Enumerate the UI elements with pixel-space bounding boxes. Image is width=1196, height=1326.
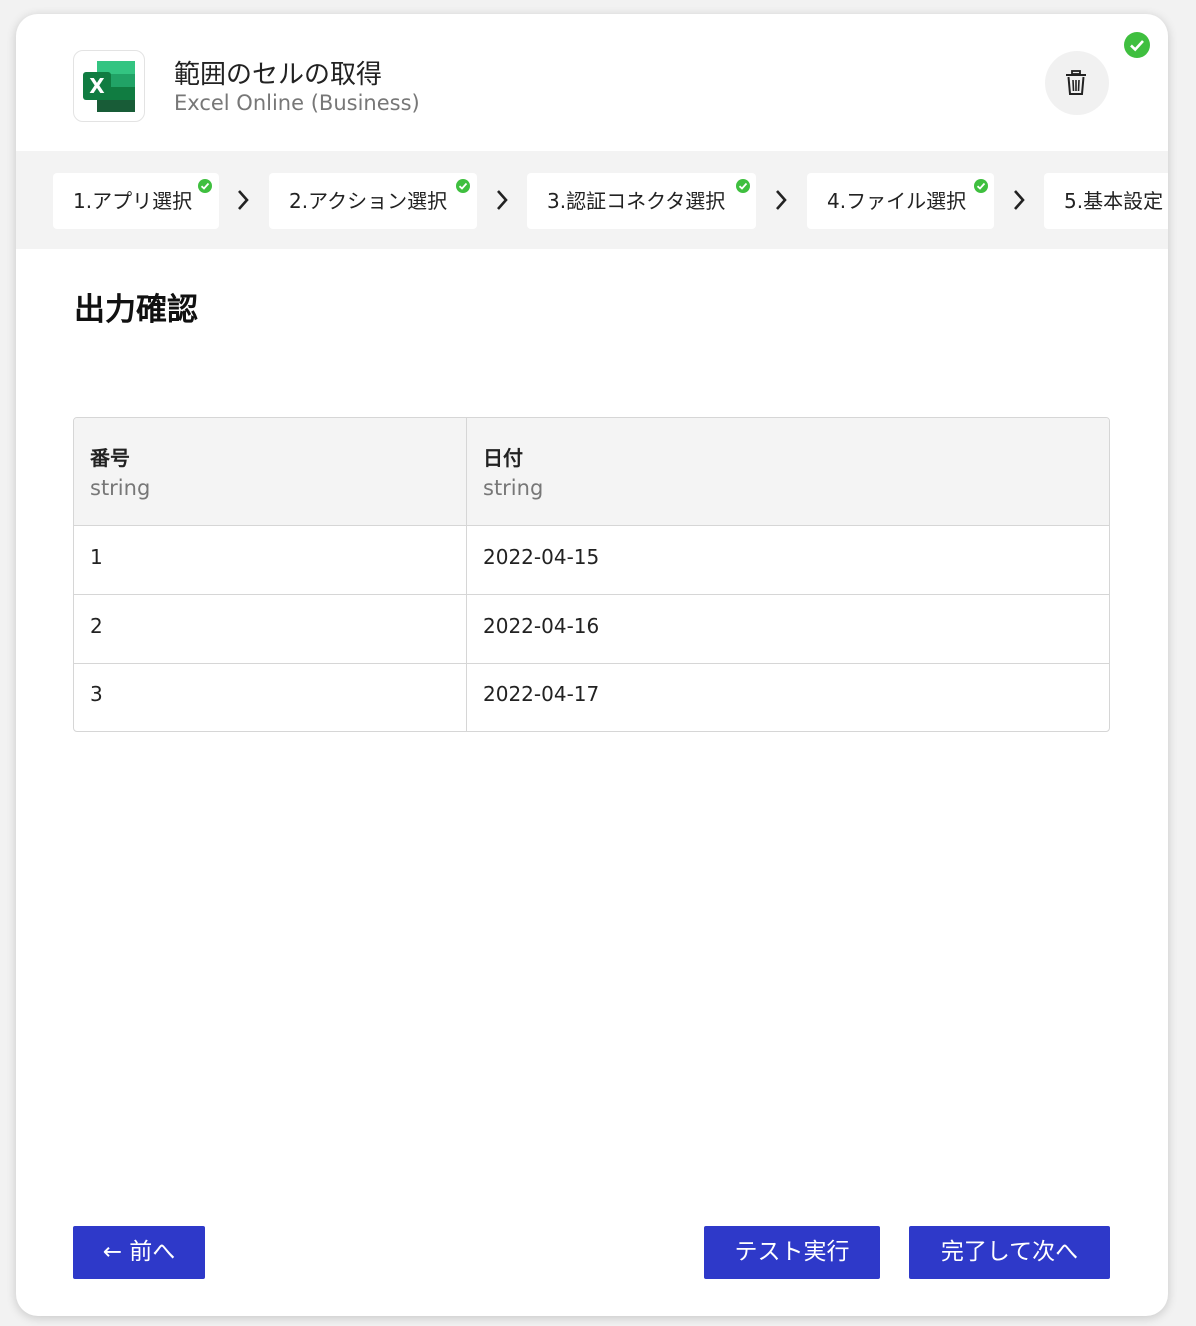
step-complete-icon: [974, 179, 988, 193]
chevron-right-icon: [497, 190, 508, 210]
step-basic-settings[interactable]: 5.基本設定: [1044, 173, 1168, 229]
step-card: X 範囲のセルの取得 Excel Online (Business) 1.アプリ…: [16, 14, 1168, 1316]
table-cell: 2022-04-17: [483, 682, 600, 706]
check-circle-icon: [1124, 32, 1150, 58]
step-app-select[interactable]: 1.アプリ選択: [53, 173, 219, 229]
step-label: 3.認証コネクタ選択: [547, 189, 726, 213]
output-table: 番号 string 日付 string 1 2022-04-15 2 2022-…: [73, 417, 1110, 732]
step-file-select[interactable]: 4.ファイル選択: [807, 173, 994, 229]
delete-button[interactable]: [1045, 51, 1109, 115]
table-row: 3 2022-04-17: [74, 663, 1109, 731]
test-run-button[interactable]: テスト実行: [704, 1226, 880, 1279]
section-title: 出力確認: [74, 292, 198, 328]
table-row: 2 2022-04-16: [74, 595, 1109, 664]
step-complete-icon: [736, 179, 750, 193]
table-cell: 2022-04-16: [483, 614, 600, 638]
step-navigation: 1.アプリ選択 2.アクション選択 3.認証コネクタ選択 4.ファイル選択 5.…: [16, 151, 1168, 249]
column-header-name: 日付: [483, 446, 523, 470]
chevron-right-icon: [238, 190, 249, 210]
table-cell: 2022-04-15: [483, 545, 600, 569]
column-header-type: string: [90, 476, 151, 500]
table-cell: 3: [90, 682, 103, 706]
step-complete-icon: [456, 179, 470, 193]
step-label: 2.アクション選択: [289, 189, 448, 213]
app-name: Excel Online (Business): [174, 91, 420, 115]
step-label: 4.ファイル選択: [827, 189, 967, 213]
table-header: 番号 string 日付 string: [74, 418, 1109, 526]
prev-button[interactable]: ← 前へ: [73, 1226, 205, 1279]
table-cell: 2: [90, 614, 103, 638]
step-label: 1.アプリ選択: [73, 189, 193, 213]
table-row: 1 2022-04-15: [74, 526, 1109, 595]
table-cell: 1: [90, 545, 103, 569]
column-header-type: string: [483, 476, 544, 500]
trash-icon: [1066, 70, 1086, 95]
chevron-right-icon: [776, 190, 787, 210]
step-label: 5.基本設定: [1064, 189, 1164, 213]
excel-icon: X: [73, 50, 145, 122]
complete-next-button[interactable]: 完了して次へ: [909, 1226, 1110, 1279]
page-title: 範囲のセルの取得: [174, 60, 383, 90]
step-auth-connector-select[interactable]: 3.認証コネクタ選択: [527, 173, 756, 229]
step-complete-icon: [198, 179, 212, 193]
chevron-right-icon: [1014, 190, 1025, 210]
column-header-name: 番号: [90, 446, 130, 470]
svg-text:X: X: [89, 74, 105, 98]
column-divider: [466, 418, 467, 731]
step-action-select[interactable]: 2.アクション選択: [269, 173, 477, 229]
